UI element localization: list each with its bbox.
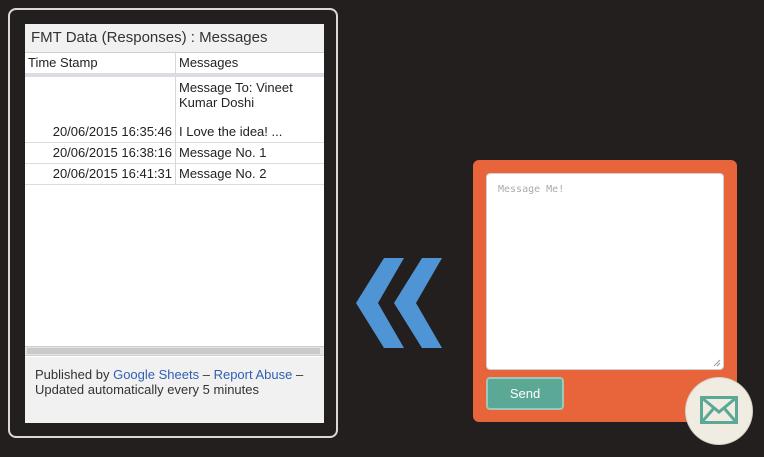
cell-timestamp: 20/06/2015 16:41:31 xyxy=(25,163,176,185)
message-textarea[interactable]: Message Me! xyxy=(486,173,724,370)
published-sheet: FMT Data (Responses) : Messages Time Sta… xyxy=(25,24,324,423)
google-sheets-link[interactable]: Google Sheets xyxy=(113,367,199,382)
table-row: 20/06/2015 16:35:46 I Love the idea! ... xyxy=(25,122,324,143)
contact-form: Message Me! Send xyxy=(473,160,737,422)
cell-timestamp xyxy=(25,75,176,122)
sheet-title: FMT Data (Responses) : Messages xyxy=(25,24,324,53)
resize-grip-icon[interactable] xyxy=(713,359,721,367)
double-chevron-left-icon xyxy=(356,258,442,348)
footer-separator: – xyxy=(295,367,304,382)
horizontal-scrollbar[interactable] xyxy=(25,346,324,356)
column-header-messages: Messages xyxy=(175,53,324,77)
mail-button[interactable] xyxy=(686,378,752,444)
cell-timestamp: 20/06/2015 16:38:16 xyxy=(25,142,176,164)
envelope-icon xyxy=(700,396,738,424)
page: FMT Data (Responses) : Messages Time Sta… xyxy=(0,0,764,457)
cell-timestamp: 20/06/2015 16:35:46 xyxy=(25,122,176,143)
cell-message: Message No. 1 xyxy=(175,142,324,164)
send-button[interactable]: Send xyxy=(486,377,564,410)
cell-message: Message To: Vineet Kumar Doshi xyxy=(179,80,293,110)
scrollbar-thumb[interactable] xyxy=(27,348,320,354)
sheet-footer: Published by Google Sheets – Report Abus… xyxy=(25,357,324,423)
cell-message: I Love the idea! ... xyxy=(175,122,324,143)
responses-table: Time Stamp Messages Message To: Vineet K… xyxy=(25,53,324,185)
cell-message: Message No. 2 xyxy=(175,163,324,185)
report-abuse-link[interactable]: Report Abuse xyxy=(214,367,293,382)
table-row: Message To: Vineet Kumar Doshi xyxy=(25,75,324,122)
published-by-text: Published by xyxy=(35,367,110,382)
table-row: 20/06/2015 16:38:16 Message No. 1 xyxy=(25,142,324,164)
message-placeholder: Message Me! xyxy=(498,184,565,195)
table-header-row: Time Stamp Messages xyxy=(25,53,324,77)
footer-separator: – xyxy=(202,367,210,382)
table-row: 20/06/2015 16:41:31 Message No. 2 xyxy=(25,163,324,185)
updated-text: Updated automatically every 5 minutes xyxy=(35,382,260,397)
column-header-timestamp: Time Stamp xyxy=(25,53,176,77)
